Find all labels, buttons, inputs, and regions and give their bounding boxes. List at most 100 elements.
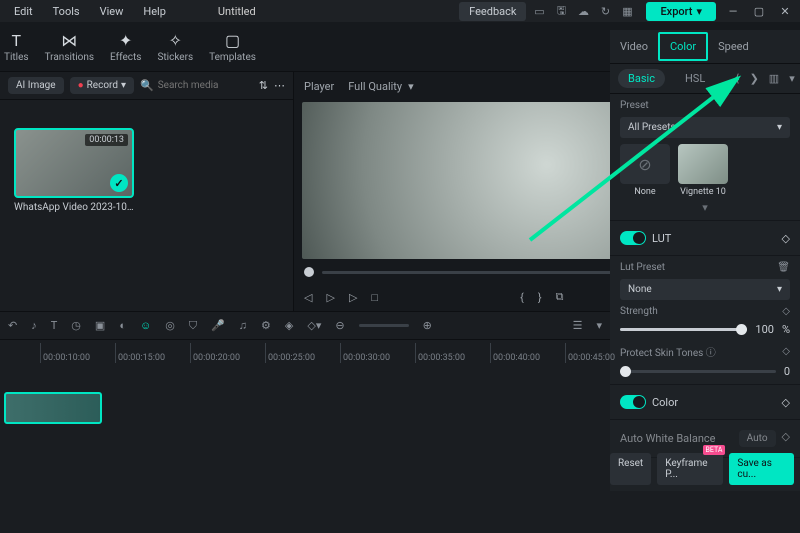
preset-vignette[interactable]: Vignette 10 [678, 144, 728, 197]
list-icon[interactable]: ☰ [573, 319, 583, 332]
keyframe-icon[interactable]: ◇ [782, 430, 790, 447]
menu-tools[interactable]: Tools [45, 3, 88, 20]
tab-speed[interactable]: Speed [708, 34, 759, 59]
save-custom-button[interactable]: Save as cu... [729, 453, 794, 485]
more-icon[interactable]: ⋯ [274, 79, 285, 92]
music-icon[interactable]: ♪ [31, 319, 37, 332]
play-prev-icon[interactable]: ▷ [326, 291, 334, 304]
seek-handle[interactable] [304, 267, 314, 277]
menu-help[interactable]: Help [135, 3, 174, 20]
prev-frame-icon[interactable]: ◁ [304, 291, 312, 304]
zoom-out-icon[interactable]: ⊖ [335, 319, 344, 332]
crop-icon[interactable]: ⧉ [556, 290, 564, 304]
chevron-down-icon: ▾ [121, 80, 126, 91]
crop-icon[interactable]: ▣ [95, 319, 105, 332]
mic-icon[interactable]: 🎤 [211, 319, 225, 332]
clock-icon[interactable]: ◷ [71, 319, 81, 332]
timeline-clip[interactable] [4, 392, 102, 424]
timeline-ruler[interactable]: 00:00:10:00 00:00:15:00 00:00:20:00 00:0… [0, 340, 610, 366]
tool-effects[interactable]: ✦Effects [110, 31, 141, 63]
keyframe-icon[interactable]: ◇ [782, 232, 790, 245]
mark-in-icon[interactable]: { [520, 291, 524, 304]
keyframe-icon[interactable]: ◇ [782, 306, 790, 317]
next-icon[interactable]: ❯ [750, 72, 759, 85]
target-icon[interactable]: ◎ [165, 319, 175, 332]
filter-icon[interactable]: ⇅ [259, 79, 268, 92]
templates-icon: ▢ [225, 31, 240, 50]
tool-titles[interactable]: TTitles [4, 31, 29, 63]
compare-icon[interactable]: ▥ [769, 72, 779, 85]
export-button[interactable]: Export▾ [646, 2, 716, 21]
play-icon[interactable]: ▷ [349, 291, 357, 304]
mark-out-icon[interactable]: } [538, 291, 542, 304]
preset-select[interactable]: All Presets▾ [620, 117, 790, 138]
ai-face-icon[interactable]: ☺ [140, 319, 151, 332]
awb-auto-button[interactable]: Auto [739, 430, 776, 447]
tool-templates[interactable]: ▢Templates [209, 31, 256, 63]
text-icon[interactable]: T [51, 319, 58, 332]
preset-label: Preset [620, 100, 790, 111]
ai-image-button[interactable]: AI Image [8, 77, 64, 94]
keyframe-icon[interactable]: ◇ [782, 346, 790, 357]
color-icon[interactable]: ◐ [119, 319, 126, 332]
strength-slider[interactable] [620, 328, 747, 331]
chevron-down-icon: ▾ [408, 80, 414, 93]
color-toggle[interactable] [620, 395, 646, 409]
keyframe-panel-button[interactable]: Keyframe P... [657, 453, 723, 485]
effects-icon: ✦ [119, 31, 132, 50]
seek-bar[interactable] [322, 271, 635, 274]
keyframe-icon[interactable]: ◇ [782, 396, 790, 409]
tool-stickers[interactable]: ✧Stickers [157, 31, 193, 63]
subtab-hsl[interactable]: HSL [675, 69, 715, 88]
undo-icon[interactable]: ↶ [8, 319, 17, 332]
search-input[interactable] [158, 80, 248, 91]
tab-video[interactable]: Video [610, 34, 658, 59]
zoom-slider[interactable] [359, 324, 409, 327]
help-icon[interactable]: ⓘ [706, 348, 716, 359]
quality-select[interactable]: Full Quality▾ [348, 80, 413, 93]
shield-icon[interactable]: ⛉ [189, 319, 197, 333]
tool-transitions[interactable]: ⋈Transitions [45, 31, 94, 63]
delete-icon[interactable]: 🗑 [777, 262, 790, 273]
chevron-down-icon[interactable]: ▾ [789, 72, 795, 85]
menu-view[interactable]: View [92, 3, 132, 20]
save-icon[interactable]: 🖫 [552, 2, 570, 21]
history-icon[interactable]: ↻ [596, 5, 614, 18]
apps-icon[interactable]: ▦ [618, 5, 636, 18]
marker-icon[interactable]: ◈ [285, 319, 293, 332]
minimize-button[interactable]: — [724, 5, 742, 18]
clip-thumbnail[interactable]: 00:00:13 [14, 128, 134, 198]
stop-icon[interactable]: □ [371, 291, 378, 304]
transitions-icon: ⋈ [61, 31, 77, 50]
keyframe-tl-icon[interactable]: ◇▾ [307, 319, 321, 332]
preset-none[interactable]: ⊘None [620, 144, 670, 197]
inspector-panel: Video Color Speed Basic HSL ⟨ ❯ ▥ ▾ Pres… [610, 30, 800, 491]
tab-color[interactable]: Color [658, 32, 708, 61]
preset-more[interactable]: ▾ [620, 201, 790, 214]
player-label: Player [304, 80, 334, 93]
lut-preset-select[interactable]: None▾ [620, 279, 790, 300]
chevron-down-icon: ▾ [777, 284, 782, 295]
curve-icon[interactable]: ⟨ [735, 72, 739, 85]
protect-slider[interactable] [620, 370, 776, 373]
menu-edit[interactable]: Edit [6, 3, 41, 20]
subtab-basic[interactable]: Basic [618, 69, 665, 88]
search-icon: 🔍 [140, 79, 154, 92]
zoom-in-icon[interactable]: ⊕ [423, 319, 432, 332]
monitor-icon[interactable]: ▭ [530, 5, 548, 18]
speed-icon[interactable]: ⚙ [261, 319, 271, 332]
media-clip[interactable]: 00:00:13 WhatsApp Video 2023-10-05... [14, 128, 134, 213]
cloud-icon[interactable]: ☁ [574, 5, 592, 18]
lut-toggle[interactable] [620, 231, 646, 245]
maximize-button[interactable]: ▢ [750, 5, 768, 18]
record-button[interactable]: ●Record▾ [70, 77, 134, 94]
inspector-tabs: Video Color Speed [610, 30, 800, 64]
close-button[interactable]: ✕ [776, 5, 794, 18]
reset-button[interactable]: Reset [610, 453, 651, 485]
note-icon[interactable]: ♫ [239, 319, 247, 332]
strength-label: Strength [620, 306, 658, 317]
color-label: Color [652, 396, 678, 409]
feedback-button[interactable]: Feedback [459, 2, 526, 21]
chevron-down-icon: ▾ [777, 122, 782, 133]
more-icon[interactable]: ▾ [596, 319, 602, 332]
